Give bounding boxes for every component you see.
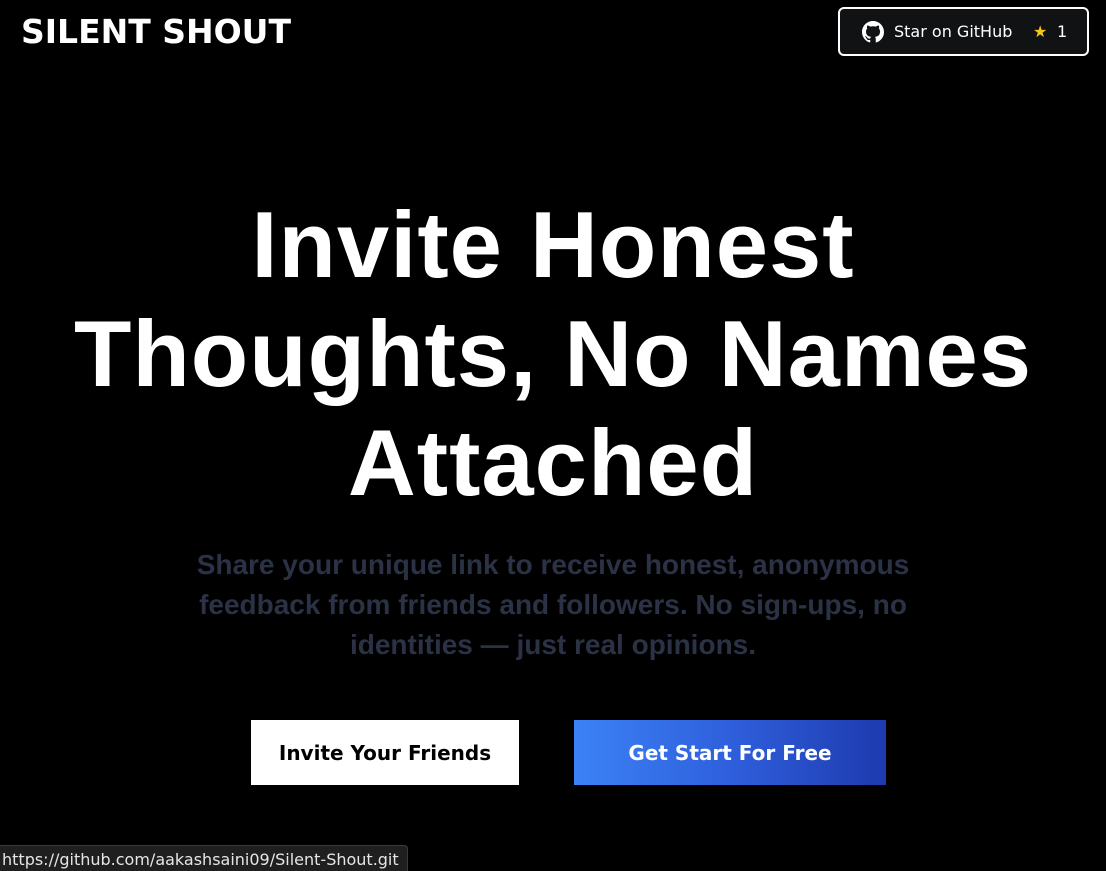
- star-count: 1: [1057, 22, 1068, 41]
- invite-friends-button[interactable]: Invite Your Friends: [251, 720, 519, 785]
- github-button-label: Star on GitHub: [894, 22, 1013, 41]
- hero-subtitle: Share your unique link to receive honest…: [196, 549, 910, 660]
- brand-logo[interactable]: SILENT SHOUT: [21, 12, 291, 52]
- github-star-button[interactable]: Star on GitHub ★ 1: [838, 7, 1089, 56]
- hero-title: Invite Honest Thoughts, No Names Attache…: [0, 190, 1106, 517]
- github-icon: [862, 21, 884, 43]
- hero-title-line: Thoughts, No Names: [73, 301, 1033, 406]
- star-icon: ★: [1033, 22, 1048, 41]
- hero-title-line: Attached: [347, 410, 759, 515]
- hero-title-line: Invite Honest: [251, 192, 855, 297]
- get-started-button[interactable]: Get Start For Free: [574, 720, 886, 785]
- status-bar-url: https://github.com/aakashsaini09/Silent-…: [0, 845, 408, 871]
